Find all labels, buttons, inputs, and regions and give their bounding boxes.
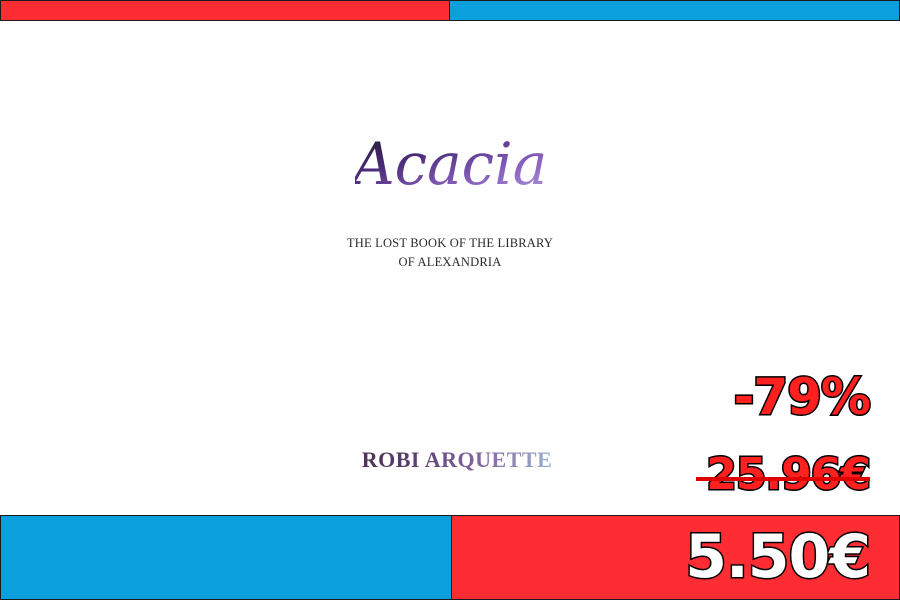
book-title: Acacia — [0, 112, 900, 207]
old-price: 25.96€ — [705, 448, 873, 502]
discount-percent: -79% — [732, 367, 872, 428]
svg-text:Acacia: Acacia — [355, 130, 545, 198]
subtitle-line-2: OF ALEXANDRIA — [398, 255, 502, 269]
author-name: ROBI ARQUETTE — [300, 447, 614, 473]
top-left-red-bar — [0, 0, 450, 21]
top-right-blue-bar — [449, 0, 900, 21]
bottom-left-blue-bar — [0, 515, 452, 600]
new-price: 5.50€ — [684, 521, 873, 594]
subtitle-line-1: THE LOST BOOK OF THE LIBRARY — [346, 236, 554, 250]
book-title-script: Acacia — [355, 130, 545, 198]
book-subtitle: THE LOST BOOK OF THE LIBRARY OF ALEXANDR… — [300, 234, 600, 272]
old-price-strikethrough — [696, 477, 870, 481]
